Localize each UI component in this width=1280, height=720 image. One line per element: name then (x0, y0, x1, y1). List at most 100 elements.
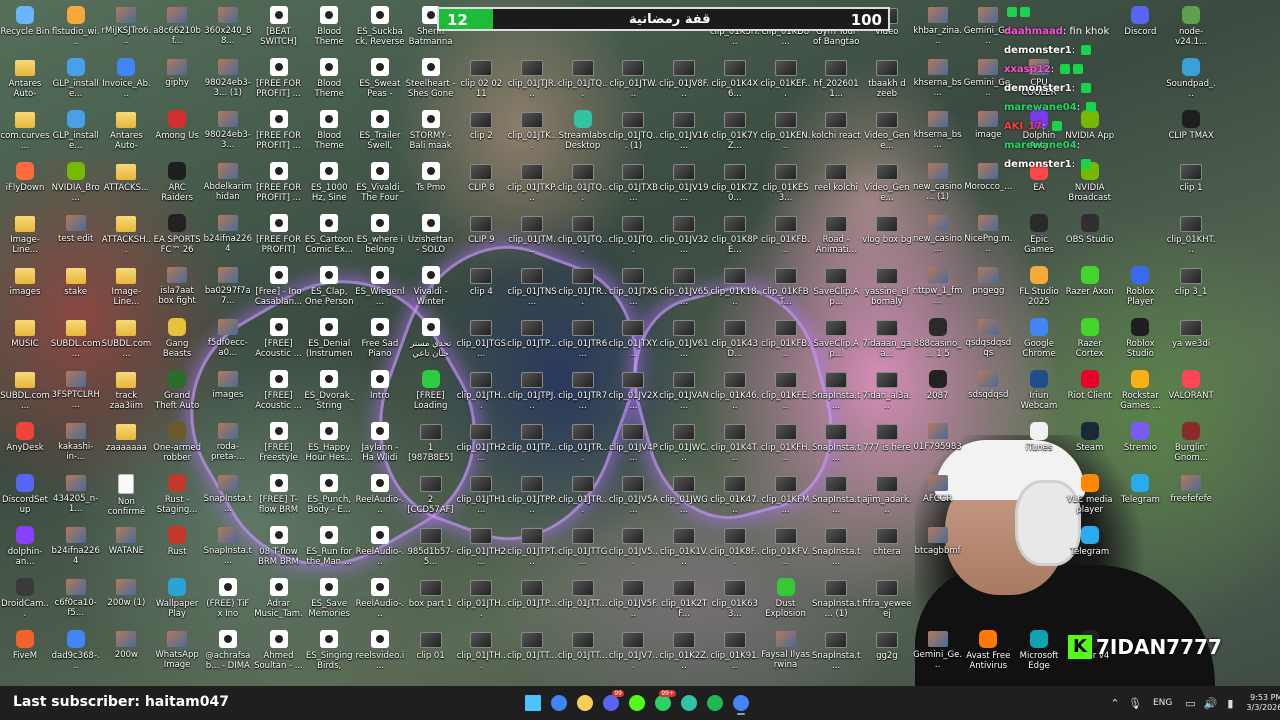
desktop-icon[interactable]: clip_01JTT... (558, 627, 608, 661)
desktop-icon[interactable]: SnapInsta.t... (811, 367, 861, 411)
desktop-icon[interactable]: ReelAudio-... (355, 575, 405, 619)
desktop-icon[interactable]: clip_01JWG... (659, 471, 709, 515)
desktop-icon[interactable]: clip_01JTP... (507, 575, 557, 609)
desktop-icon[interactable]: clip_01JTQ... (608, 211, 658, 255)
desktop-icon[interactable]: dolphin-an... (0, 523, 50, 567)
desktop-icon[interactable]: Roblox Player (1115, 263, 1165, 307)
desktop-icon[interactable]: Blood Theme (Instrument... (304, 107, 354, 151)
desktop-icon[interactable]: clip 3_1 (1166, 263, 1216, 297)
desktop-icon[interactable]: clip_01JTT... (558, 575, 608, 609)
desktop-icon[interactable]: f5df0ecc-a0... (203, 315, 253, 358)
desktop-icon[interactable]: Vivaldi - Winter (Tec... (406, 263, 456, 307)
desktop-icon[interactable]: [FREE] Acoustic ... (254, 367, 304, 411)
desktop-icon[interactable]: clip_01KFM... (761, 471, 811, 515)
desktop-icon[interactable]: clip_01K7Z0... (710, 159, 760, 203)
desktop-icon[interactable]: iTunes (1014, 419, 1064, 453)
desktop-icon[interactable]: Blood Theme (Instrument... (304, 55, 354, 99)
desktop-icon[interactable]: reel kolchi (811, 159, 861, 193)
desktop-icon[interactable]: [Free] - Ino Casablan... (254, 263, 304, 307)
desktop-icon[interactable]: 2 [CCD57AF] (406, 471, 456, 515)
desktop-icon[interactable]: clip_01JTR... (558, 419, 608, 463)
desktop-icon[interactable]: Burglin' Gnom... (1166, 419, 1216, 463)
desktop-icon[interactable]: 434205_n-1... (51, 471, 101, 514)
desktop-icon[interactable]: ES_Save Memories (... (304, 575, 354, 619)
desktop-icon[interactable]: Ts Pmo (406, 159, 456, 193)
desktop-icon[interactable]: track zaa3iim (101, 367, 151, 411)
desktop-icon[interactable]: clip_01JTNS... (507, 263, 557, 307)
spotify-taskbar-button[interactable] (702, 690, 728, 716)
desktop-icon[interactable]: WhatsApp Image 2026... (152, 627, 202, 670)
desktop-icon[interactable]: giphy (152, 55, 202, 88)
desktop-icon[interactable]: clip_01JTQ... (558, 55, 608, 99)
desktop-icon[interactable]: Rust (152, 523, 202, 557)
desktop-icon[interactable]: clip_01K1V... (659, 523, 709, 567)
desktop-icon[interactable]: 200w (1) (101, 575, 151, 608)
desktop-icon[interactable]: Uzishettan - SOLO (Vis... (406, 211, 456, 255)
chrome-taskbar-button[interactable] (546, 690, 572, 716)
desktop-icon[interactable]: ES_Singing Birds, Daw... (304, 627, 354, 671)
desktop-icon[interactable]: ES_Sweat Peas - Arth... (355, 55, 405, 99)
desktop-icon[interactable]: 7idan_al3a... (862, 367, 912, 411)
desktop-icon[interactable]: clip_01K43D... (710, 315, 760, 359)
network-icon[interactable]: ▭ (1180, 697, 1200, 710)
language-indicator[interactable]: ENG (1153, 698, 1172, 708)
desktop-icon[interactable]: 2087 (913, 367, 963, 401)
desktop-icon[interactable]: Ahmed Soultan - ... (254, 627, 304, 671)
desktop-icon[interactable]: Gemini_Ge... (913, 627, 963, 670)
desktop-icon[interactable]: ReelAudio-... (355, 471, 405, 515)
desktop-icon[interactable]: isla7aat box fight (152, 263, 202, 306)
desktop-icon[interactable]: Jaylann - Ha Wlidi (Offici... (355, 419, 405, 463)
clock[interactable]: 9:53 PM 3/3/2026 (1246, 693, 1280, 713)
desktop-icon[interactable]: 360x240_88... (203, 3, 253, 46)
desktop-icon[interactable]: ES_Trailer Swell, Rev... (355, 107, 405, 151)
desktop-icon[interactable]: ES_Dvorak_ String Quar... (304, 367, 354, 411)
desktop-icon[interactable]: Dust Explosion ... (761, 575, 811, 619)
desktop-icon[interactable]: clip_01KES3... (761, 159, 811, 203)
desktop-icon[interactable]: 98024eb3-3... (1) (203, 55, 253, 98)
desktop-icon[interactable]: nttpw_1_fm... (913, 263, 963, 306)
desktop-icon[interactable]: clip_01K2Z... (659, 627, 709, 671)
desktop-icon[interactable]: hf_2026011... (811, 55, 861, 99)
desktop-icon[interactable]: Soundpad_... (1166, 55, 1216, 99)
desktop-icon[interactable]: AFCGR (913, 471, 963, 504)
desktop-icon[interactable]: ES_Suckback, Reverse Tra... (355, 3, 405, 47)
desktop-icon[interactable]: Avast Free Antivirus (963, 627, 1013, 671)
desktop-icon[interactable]: clip_01KEN... (761, 107, 811, 151)
desktop-icon[interactable]: clip 2 (456, 107, 506, 141)
desktop-icon[interactable]: clip_01JV32... (659, 211, 709, 255)
desktop-icon[interactable]: [FREE FOR PROFIT] ... (254, 55, 304, 99)
desktop-icon[interactable]: clip_01KHT... (1166, 211, 1216, 255)
desktop-icon[interactable]: pngegg (963, 263, 1013, 296)
desktop-icon[interactable]: clip_01JTGS... (456, 315, 506, 359)
desktop-icon[interactable]: EA SPORTS FC™ 26 (152, 211, 202, 255)
desktop-icon[interactable]: clip_01JWC... (659, 419, 709, 463)
desktop-icon[interactable]: SnapInsta.t... (203, 471, 253, 514)
desktop-icon[interactable]: clip_01JTH... (456, 367, 506, 411)
desktop-icon[interactable]: clip_01JTH2... (456, 523, 506, 567)
desktop-icon[interactable]: Abdelkarim hidan (203, 159, 253, 202)
desktop-icon[interactable]: SUBDL.com... (101, 315, 151, 359)
desktop-icon[interactable]: GLP_installe... (51, 55, 101, 99)
desktop-icon[interactable]: clip_01K4T... (710, 419, 760, 463)
desktop-icon[interactable]: تحدي مستر حنان تاعي (406, 315, 456, 359)
desktop-icon[interactable]: Recycle Bin (0, 3, 50, 37)
desktop-icon[interactable]: 08 T-flow BRM BRM ... (254, 523, 304, 567)
desktop-icon[interactable]: stake (51, 263, 101, 297)
desktop-icon[interactable]: SnapInsta.t... (203, 523, 253, 566)
desktop-icon[interactable]: reelsvideo.i... (355, 627, 405, 671)
desktop-icon[interactable]: ya we3di (1166, 315, 1216, 349)
desktop-icon[interactable]: node-v24.1... (1166, 3, 1216, 47)
desktop-icon[interactable]: clip_01JV65... (659, 263, 709, 307)
desktop-icon[interactable]: NicePng.m... (963, 211, 1013, 254)
desktop-icon[interactable]: GLP_installe... (51, 107, 101, 151)
desktop-icon[interactable]: Steam (1065, 419, 1115, 453)
desktop-icon[interactable]: 1 [987B8E5] (406, 419, 456, 463)
desktop-icon[interactable]: SnapInsta.t... (811, 419, 861, 463)
desktop-icon[interactable]: new_casino... (913, 211, 963, 254)
desktop-icon[interactable]: Antares Auto-Tune... (0, 55, 50, 99)
desktop-icon[interactable]: SnapInsta.t... (811, 471, 861, 515)
desktop-icon[interactable]: Riot Client (1065, 367, 1115, 401)
desktop-icon[interactable]: b24ifna2264 (51, 523, 101, 566)
desktop-icon[interactable]: clip_01K46... (710, 367, 760, 411)
desktop-icon[interactable]: Razer Axon (1065, 263, 1115, 297)
